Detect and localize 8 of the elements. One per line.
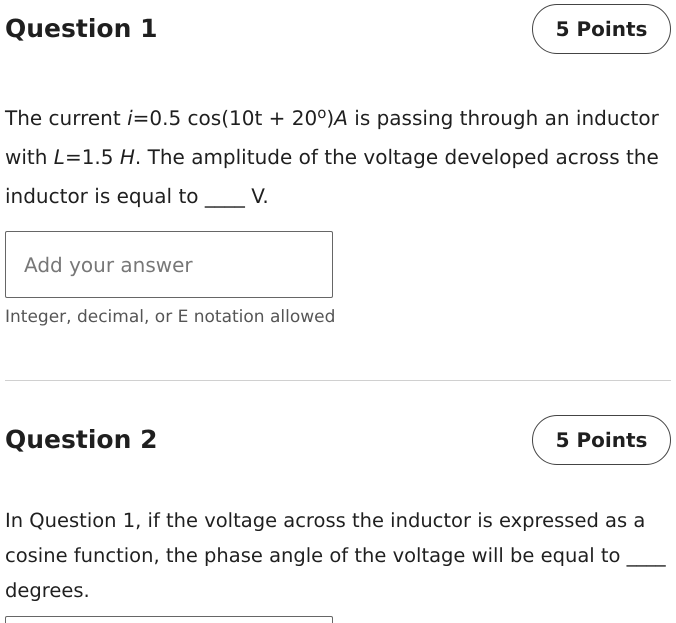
answer-field[interactable]: Add your answer [5,231,333,298]
points-badge: 5 Points [532,4,671,54]
question-text: The current i=0.5 cos(10t + 20$^{o}$)A is passing through an inductor with L=1.5 H. The amplitude of the voltage developed across the inductor is equal to ____ V. [5,102,660,210]
hint-text: Integer, decimal, or E notation allowed [5,306,336,329]
question-title: Question 1 [5,13,158,46]
question-text: In Question 1, if the voltage across the inductor is expressed as a cosine function, the phase angle of the voltage will be equal to ____ degrees. [5,508,667,604]
points-badge: 5 Points [532,414,671,464]
question-title: Question 2 [5,424,158,456]
